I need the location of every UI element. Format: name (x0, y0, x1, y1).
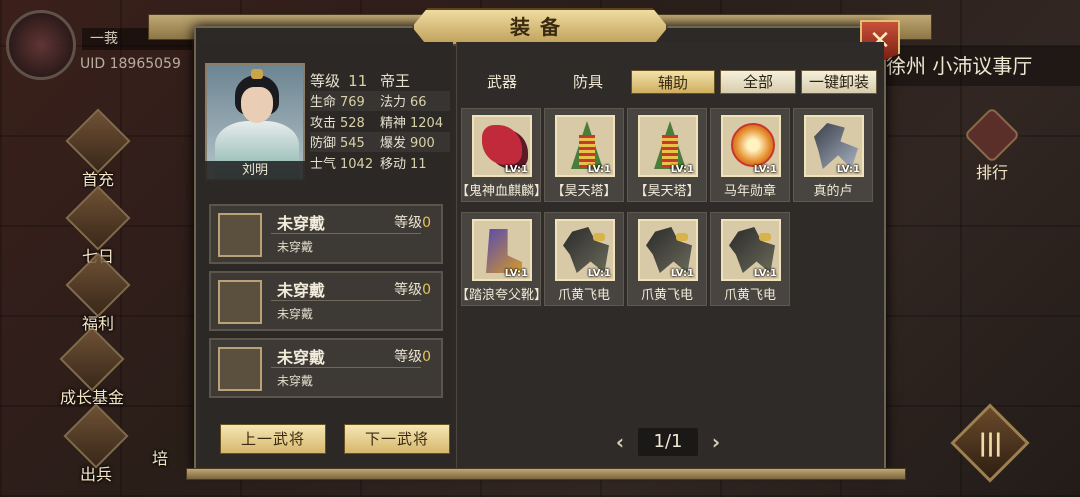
item-name: 爪黄飞电 (640, 288, 693, 303)
stat-label: 爆发 (380, 136, 407, 152)
page-prev-button[interactable]: ‹ (610, 428, 630, 456)
calendar-icon (65, 185, 131, 251)
item-name: 【鬼神血麒麟】 (456, 184, 548, 199)
page-next-button[interactable]: › (706, 428, 726, 456)
item-name: 【昊天塔】 (634, 184, 700, 199)
inventory-item[interactable]: LV:1 【踏浪夸父靴】 (456, 212, 547, 306)
unequip-all-button[interactable]: 一键卸装 (801, 70, 877, 94)
stat-value: 545 (340, 136, 365, 152)
inventory-item[interactable]: LV:1 【鬼神血麒麟】 (456, 108, 547, 202)
stat-row: 攻击 528 精神 1204 (310, 111, 450, 132)
inventory-item[interactable]: LV:1 爪黄飞电 (710, 212, 790, 306)
prev-hero-button[interactable]: 上一武将 (220, 424, 326, 454)
slot-empty-box (218, 280, 262, 324)
stat-value: 900 (410, 136, 435, 152)
slot-level: 等级0 (394, 349, 431, 365)
background-left-menu: 一莪 UID 18965059 首充 七日 福利 成长基金 出兵 培 (0, 0, 200, 497)
item-name: 马年勋章 (723, 184, 776, 199)
stat-value: 11 (410, 156, 427, 172)
gift-icon (65, 108, 131, 174)
next-hero-button[interactable]: 下一武将 (344, 424, 450, 454)
inventory-item[interactable]: LV:1 真的卢 (793, 108, 873, 202)
slot-title: 未穿戴 (277, 348, 326, 367)
horse-year-medal-icon (731, 123, 775, 167)
side-btn-growth-fund[interactable]: 成长基金 (52, 326, 132, 407)
slot-title: 未穿戴 (277, 214, 326, 233)
stat-label: 士气 (310, 156, 337, 172)
item-name: 真的卢 (813, 184, 853, 199)
red-qilin-mount-icon (482, 125, 522, 165)
troops-icon (63, 403, 129, 469)
slot-level: 等级0 (394, 282, 431, 298)
stat-row: 防御 545 爆发 900 (310, 131, 450, 152)
slot-title: 未穿戴 (277, 281, 326, 300)
inventory-item[interactable]: LV:1 马年勋章 (710, 108, 790, 202)
boots-icon (486, 229, 522, 273)
rank-icon (963, 106, 1021, 164)
inventory-item[interactable]: LV:1 爪黄飞电 (627, 212, 707, 306)
item-name: 爪黄飞电 (723, 288, 776, 303)
slot-subtitle: 未穿戴 (277, 240, 314, 254)
hero-stats: 等级 11 帝王 生命 769 法力 66 攻击 528 精神 1204 防御 545 爆… (310, 70, 450, 173)
stat-value: 769 (340, 95, 365, 111)
dialog-title: 装备 (412, 8, 668, 46)
stat-value: 528 (340, 115, 365, 131)
stat-value: 1204 (410, 115, 444, 131)
side-btn-first-charge[interactable]: 首充 (58, 108, 138, 189)
tab-armor[interactable]: 防具 (546, 70, 630, 94)
player-uid: UID 18965059 (80, 56, 181, 72)
equipment-slot[interactable]: 未穿戴 未穿戴 等级0 (209, 338, 443, 398)
equipment-slot[interactable]: 未穿戴 未穿戴 等级0 (209, 204, 443, 264)
coins-icon (59, 326, 125, 392)
side-btn-dispatch[interactable]: 出兵 (56, 403, 136, 484)
welfare-icon (65, 252, 131, 318)
level-label: 等级 (310, 71, 341, 90)
side-btn-welfare[interactable]: 福利 (58, 252, 138, 333)
filter-all-button[interactable]: 全部 (720, 70, 796, 94)
dialog-bottom-bar (186, 468, 906, 480)
slot-empty-box (218, 347, 262, 391)
stat-row: 士气 1042 移动 11 (310, 152, 450, 173)
slot-subtitle: 未穿戴 (277, 307, 314, 321)
slot-level: 等级0 (394, 215, 431, 231)
item-name: 爪黄飞电 (557, 288, 610, 303)
stat-value: 66 (410, 95, 427, 111)
player-avatar[interactable] (6, 10, 76, 80)
page-indicator: 1/1 (638, 428, 698, 456)
stat-label: 攻击 (310, 115, 337, 131)
menu-icon: ||| (978, 429, 1002, 457)
side-btn-train[interactable]: 培 (140, 445, 180, 497)
white-horse-icon (814, 123, 858, 169)
stat-row: 生命 769 法力 66 (310, 90, 450, 111)
tab-weapon[interactable]: 武器 (460, 70, 544, 94)
location-title: 徐州 小沛议事厅 (870, 46, 1080, 86)
inventory-item[interactable]: LV:1 【昊天塔】 (544, 108, 624, 202)
stat-label: 防御 (310, 136, 337, 152)
stat-label: 移动 (380, 156, 407, 172)
stat-label: 法力 (380, 95, 407, 111)
slot-empty-box (218, 213, 262, 257)
stat-label: 精神 (380, 115, 407, 131)
level-value: 11 (348, 71, 368, 90)
hero-name: 刘明 (205, 161, 305, 181)
equipment-slot[interactable]: 未穿戴 未穿戴 等级0 (209, 271, 443, 331)
stat-label: 生命 (310, 95, 337, 111)
stat-value: 1042 (340, 156, 374, 172)
hero-rank: 帝王 (380, 71, 411, 90)
slot-subtitle: 未穿戴 (277, 374, 314, 388)
inventory-item[interactable]: LV:1 【昊天塔】 (627, 108, 707, 202)
stat-row-level: 等级 11 帝王 (310, 70, 450, 91)
item-name: 【昊天塔】 (551, 184, 617, 199)
tab-auxiliary[interactable]: 辅助 (631, 70, 715, 94)
rank-button[interactable]: 排行 (963, 106, 1021, 185)
inventory-item[interactable]: LV:1 爪黄飞电 (544, 212, 624, 306)
item-name: 【踏浪夸父靴】 (456, 288, 548, 303)
